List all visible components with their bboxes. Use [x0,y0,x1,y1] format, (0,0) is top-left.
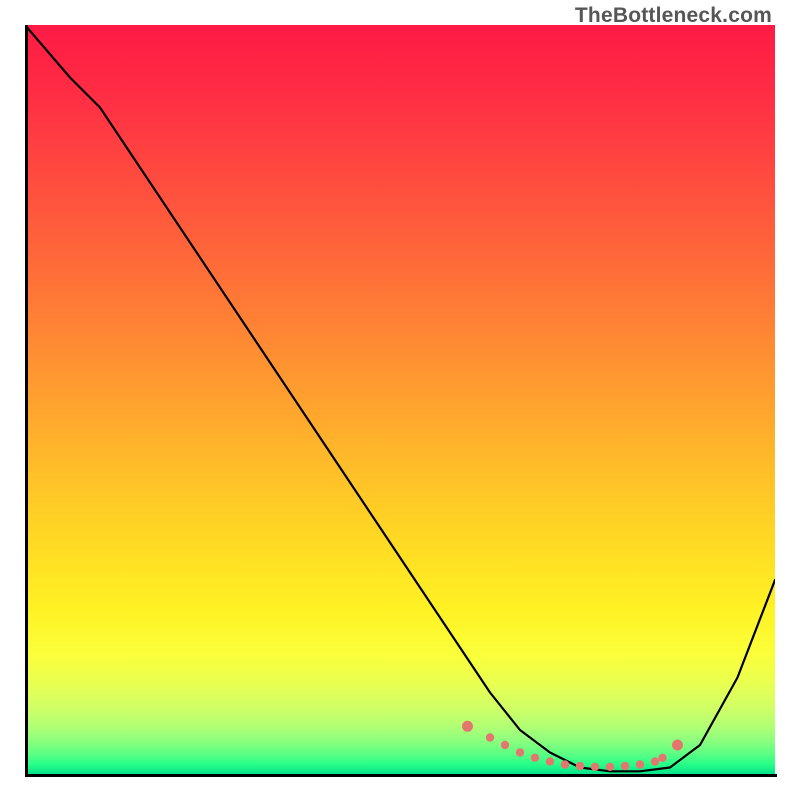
bottleneck-curve [25,25,775,771]
chart-container: TheBottleneck.com [0,0,800,800]
flat-dot [591,763,599,771]
flat-dot [486,733,494,741]
flat-dot [621,762,629,770]
flat-dot [576,762,584,770]
flat-dot [546,757,554,765]
curve-layer [25,25,775,775]
x-axis [25,774,777,777]
flat-dot [636,760,644,768]
flat-dot [658,754,666,762]
flat-dot [651,757,659,765]
flat-dot [531,754,539,762]
y-axis [25,25,28,777]
flat-dot [561,760,569,768]
plot-area [25,25,775,775]
flat-dot [672,740,683,751]
flat-dot [462,721,473,732]
flat-dot [501,741,509,749]
flat-dot [516,748,524,756]
flat-dot [606,763,614,771]
